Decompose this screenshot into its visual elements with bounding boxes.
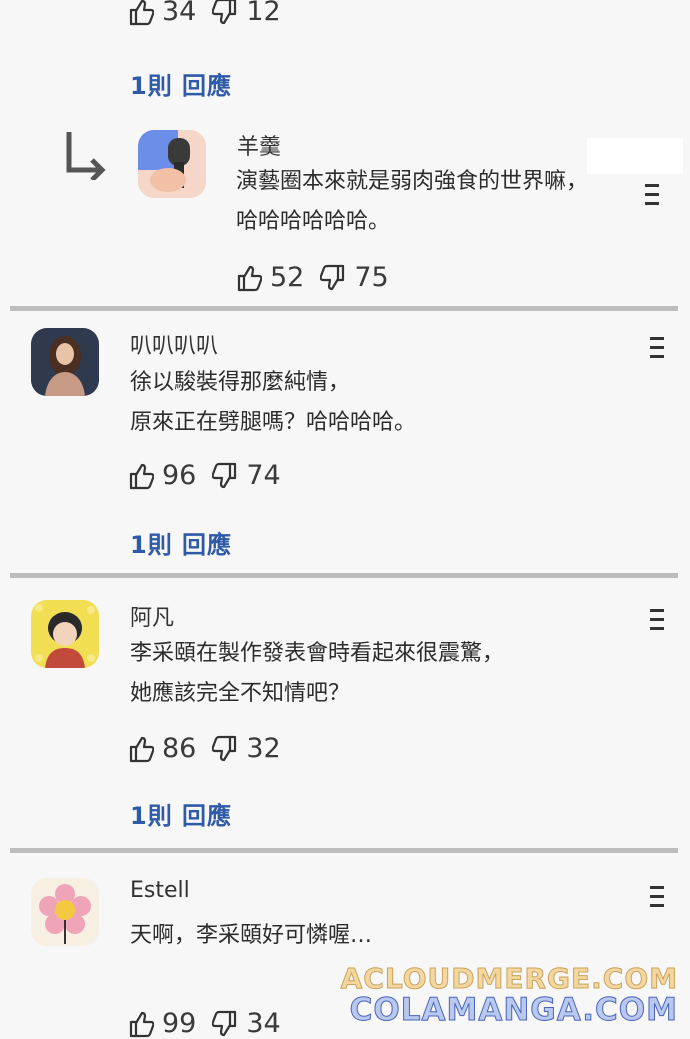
more-options-icon[interactable] bbox=[645, 184, 659, 206]
thumbs-up-icon[interactable] bbox=[128, 462, 154, 490]
thumbs-down-icon[interactable] bbox=[212, 0, 238, 26]
commenter-name[interactable]: 羊羹 bbox=[237, 129, 281, 161]
dislike-count: 74 bbox=[246, 460, 281, 491]
comment-text: 演藝圈本來就是弱肉強食的世界嘛， 哈哈哈哈哈哈。 bbox=[236, 169, 589, 234]
vote-row: 96 74 bbox=[128, 460, 297, 491]
comment-text: 天啊，李采頤好可憐喔… bbox=[130, 923, 373, 948]
vote-row: 34 12 bbox=[128, 0, 297, 27]
reply-arrow-icon bbox=[66, 132, 106, 180]
vote-row: 52 75 bbox=[236, 262, 405, 293]
thumbs-down-icon[interactable] bbox=[212, 735, 238, 763]
view-replies-link[interactable]: 1則 回應 bbox=[130, 525, 232, 560]
like-count: 86 bbox=[162, 733, 197, 764]
comment-text: 李采頤在製作發表會時看起來很震驚， 她應該完全不知情吧？ bbox=[130, 641, 505, 706]
commenter-name[interactable]: 叭叭叭叭 bbox=[130, 328, 218, 360]
view-replies-link[interactable]: 1則 回應 bbox=[130, 796, 232, 831]
thumbs-up-icon[interactable] bbox=[128, 1010, 154, 1038]
thumbs-up-icon[interactable] bbox=[128, 735, 154, 763]
dislike-count: 12 bbox=[246, 0, 281, 27]
comment-text: 徐以駿裝得那麼純情， 原來正在劈腿嗎？哈哈哈哈。 bbox=[130, 370, 417, 435]
thumbs-up-icon[interactable] bbox=[128, 0, 154, 26]
thumbs-down-icon[interactable] bbox=[320, 264, 346, 292]
more-options-icon[interactable] bbox=[650, 609, 664, 631]
thumbs-down-icon[interactable] bbox=[212, 1010, 238, 1038]
more-options-icon[interactable] bbox=[650, 337, 664, 359]
divider bbox=[10, 848, 678, 853]
like-count: 96 bbox=[162, 460, 197, 491]
avatar[interactable] bbox=[138, 130, 206, 198]
commenter-name[interactable]: Estell bbox=[130, 878, 190, 903]
dislike-count: 34 bbox=[246, 1008, 281, 1039]
watermark-line-2: COLAMANGA.COM bbox=[349, 992, 678, 1029]
divider bbox=[10, 306, 678, 311]
like-count: 99 bbox=[162, 1008, 197, 1039]
like-count: 34 bbox=[162, 0, 197, 27]
thumbs-down-icon[interactable] bbox=[212, 462, 238, 490]
divider bbox=[10, 573, 678, 578]
like-count: 52 bbox=[270, 262, 305, 293]
dislike-count: 75 bbox=[354, 262, 389, 293]
avatar[interactable] bbox=[31, 328, 99, 396]
avatar[interactable] bbox=[31, 878, 99, 946]
dislike-count: 32 bbox=[246, 733, 281, 764]
more-options-icon[interactable] bbox=[650, 886, 664, 908]
watermark-line-1: ACLOUDMERGE.COM bbox=[340, 962, 678, 996]
avatar[interactable] bbox=[31, 600, 99, 668]
vote-row: 99 34 bbox=[128, 1008, 297, 1039]
blank-patch bbox=[587, 138, 683, 174]
vote-row: 86 32 bbox=[128, 733, 297, 764]
view-replies-link[interactable]: 1則 回應 bbox=[130, 66, 232, 101]
thumbs-up-icon[interactable] bbox=[236, 264, 262, 292]
commenter-name[interactable]: 阿凡 bbox=[130, 600, 174, 632]
